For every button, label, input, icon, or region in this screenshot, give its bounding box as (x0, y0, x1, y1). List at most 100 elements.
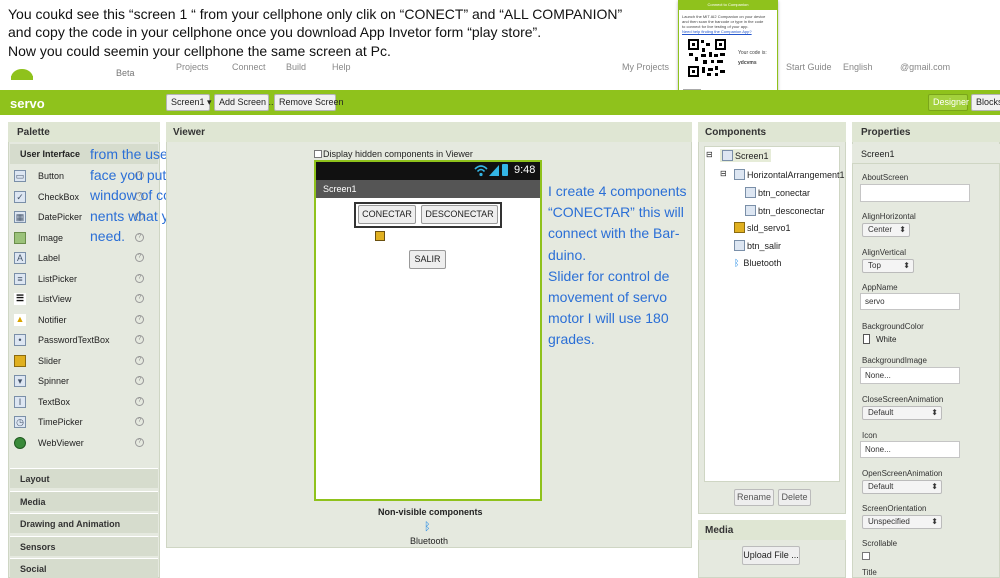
prop-open-anim-select[interactable]: Default ⬍ (862, 480, 942, 494)
collapse-icon[interactable]: ⊟ (706, 150, 713, 159)
designer-button[interactable]: Designer (928, 94, 969, 111)
annotation-line: Now you could seemin your cellphone the … (8, 42, 391, 59)
palette-item-label: TextBox (38, 397, 71, 407)
palette-category-layout[interactable]: Layout (10, 468, 158, 488)
annotation-line: movement of servo (548, 289, 668, 306)
image-icon (14, 232, 26, 244)
screen-select[interactable]: Screen1 ▾ (166, 94, 212, 111)
tree-item-label: Bluetooth (743, 258, 782, 268)
desconectar-button[interactable]: DESCONECTAR (421, 205, 498, 224)
prop-close-anim-select[interactable]: Default ⬍ (862, 406, 942, 420)
account-menu[interactable]: @gmail.com (900, 62, 950, 72)
tree-item-sld-servo1[interactable]: sld_servo1 (734, 222, 791, 233)
color-swatch[interactable] (863, 334, 870, 344)
prop-about-input[interactable] (860, 184, 970, 202)
tree-item-bluetooth[interactable]: ᛒ Bluetooth (734, 258, 781, 268)
collapse-icon[interactable]: ⊟ (720, 169, 727, 178)
rename-button[interactable]: Rename (734, 489, 774, 506)
prop-orientation-select[interactable]: Unspecified ⬍ (862, 515, 942, 529)
palette-category-media[interactable]: Media (10, 491, 158, 511)
annotation-line: You coukd see this “screen 1 “ from your… (8, 6, 623, 22)
palette-item-passwordtextbox[interactable]: • PasswordTextBox ? (10, 332, 150, 350)
prop-align-v-label: AlignVertical (862, 248, 907, 257)
prop-bgimage-input[interactable]: None... (860, 367, 960, 384)
nav-guide[interactable]: Start Guide (786, 62, 832, 72)
palette-item-listpicker[interactable]: ≡ ListPicker ? (10, 271, 150, 289)
prop-scrollable-label: Scrollable (862, 539, 898, 548)
arrangement-icon (734, 169, 745, 180)
prop-appname-input[interactable]: servo (860, 293, 960, 310)
palette-item-textbox[interactable]: I TextBox ? (10, 394, 150, 412)
help-icon[interactable]: ? (135, 356, 144, 365)
palette-item-label: Spinner (38, 376, 70, 386)
palette-category-social[interactable]: Social (10, 558, 158, 578)
annotation-line: Slider for control de (548, 267, 670, 284)
calendar-icon: ▦ (14, 211, 26, 223)
conectar-button[interactable]: CONECTAR (358, 205, 416, 224)
palette-item-listview[interactable]: ☰ ListView ? (10, 291, 150, 309)
palette-item-label[interactable]: A Label ? (10, 250, 150, 268)
salir-button[interactable]: SALIR (409, 250, 446, 269)
beta-label: Beta (116, 68, 135, 78)
help-icon[interactable]: ? (135, 397, 144, 406)
remove-screen-button[interactable]: Remove Screen (274, 94, 344, 111)
palette-item-timepicker[interactable]: ◷ TimePicker ? (10, 414, 150, 432)
prop-bgcolor-value[interactable]: White (876, 335, 896, 344)
prop-bgimage-label: BackgroundImage (862, 356, 927, 365)
nav-my-projects[interactable]: My Projects (622, 62, 669, 72)
slider-icon (734, 222, 745, 233)
palette-item-label: Button (38, 171, 65, 181)
tree-item-btn-conectar[interactable]: btn_conectar (745, 187, 810, 198)
nav-help[interactable]: Help (332, 62, 351, 72)
add-screen-button[interactable]: Add Screen ... (214, 94, 276, 111)
palette-title: Palette (8, 122, 160, 142)
help-icon[interactable]: ? (135, 294, 144, 303)
palette-category-sensors[interactable]: Sensors (10, 536, 158, 556)
palette-item-spinner[interactable]: ▾ Spinner ? (10, 373, 150, 391)
annotation-line: grades. (548, 331, 595, 348)
companion-help-link[interactable]: Need help finding the Companion App? (682, 29, 752, 34)
delete-button[interactable]: Delete (778, 489, 811, 506)
spinner-icon: ▾ (14, 375, 26, 387)
tree-item-btn-salir[interactable]: btn_salir (734, 240, 781, 251)
palette-item-webviewer[interactable]: WebViewer ? (10, 435, 150, 453)
help-icon[interactable]: ? (135, 253, 144, 262)
prop-scrollable-checkbox[interactable] (862, 552, 870, 560)
help-icon[interactable]: ? (135, 438, 144, 447)
palette-item-slider[interactable]: Slider ? (10, 353, 150, 371)
palette-category-drawing[interactable]: Drawing and Animation (10, 513, 158, 533)
nav-connect[interactable]: Connect (232, 62, 266, 72)
button-icon: ▭ (14, 170, 26, 182)
tree-item-screen1[interactable]: Screen1 (720, 149, 771, 162)
nav-build[interactable]: Build (286, 62, 306, 72)
slider-icon[interactable] (375, 231, 385, 241)
language-menu[interactable]: English (843, 62, 873, 72)
blocks-button[interactable]: Blocks (971, 94, 1000, 111)
prop-icon-label: Icon (862, 431, 878, 440)
prop-icon-input[interactable]: None... (860, 441, 960, 458)
prop-align-v-select[interactable]: Top ⬍ (862, 259, 914, 273)
media-title: Media (698, 520, 846, 540)
help-icon[interactable]: ? (135, 335, 144, 344)
properties-component-name: Screen1 (852, 144, 1000, 164)
bluetooth-icon: ᛒ (424, 521, 431, 533)
palette-item-notifier[interactable]: ▲ Notifier ? (10, 312, 150, 330)
nav-projects[interactable]: Projects (176, 62, 209, 72)
tree-item-btn-desconectar[interactable]: btn_desconectar (745, 205, 825, 216)
select-arrow-icon: ⬍ (931, 482, 938, 491)
upload-file-button[interactable]: Upload File ... (742, 546, 800, 565)
companion-code-value: ydcvms (738, 60, 757, 66)
help-icon[interactable]: ? (135, 376, 144, 385)
tree-item-label: sld_servo1 (747, 223, 791, 233)
help-icon[interactable]: ? (135, 417, 144, 426)
help-icon[interactable]: ? (135, 274, 144, 283)
hidden-components-checkbox[interactable] (314, 150, 322, 158)
palette-item-label: DatePicker (38, 212, 83, 222)
phone-screen-title: Screen1 (316, 180, 540, 198)
annotation-line: motor I will use 180 (548, 310, 669, 327)
tree-item-horizontal-arrangement[interactable]: HorizontalArrangement1 (734, 169, 845, 180)
help-icon[interactable]: ? (135, 315, 144, 324)
label-icon: A (14, 252, 26, 264)
prop-align-h-select[interactable]: Center ⬍ (862, 223, 910, 237)
project-toolbar (0, 90, 1000, 115)
